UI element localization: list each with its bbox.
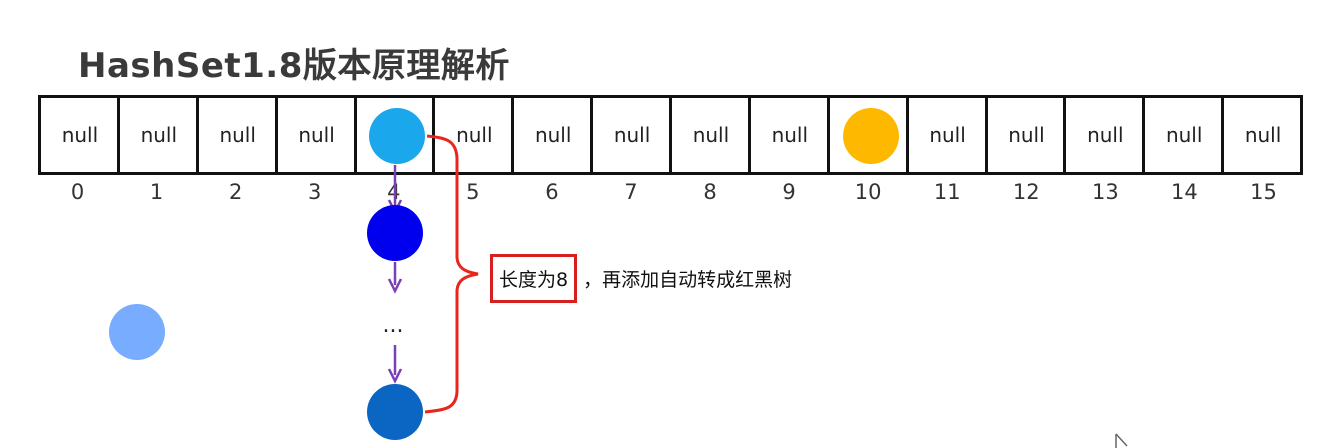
chain-arrow-2: [387, 262, 403, 294]
chain-arrow-1: [387, 165, 403, 215]
chain-node-1: [367, 205, 423, 261]
chain-arrow-3: [387, 345, 403, 384]
bucket-4-node: [369, 108, 425, 164]
chain-node-last: [367, 384, 423, 440]
bucket-10-node: [843, 108, 899, 164]
treeify-callout: 长度为8 ，再添加自动转成红黑树: [490, 254, 792, 303]
cursor-icon: [1115, 433, 1128, 448]
pending-node: [109, 304, 165, 360]
diagram-overlay: ...: [109, 108, 1128, 448]
length-8-label: 长度为8: [490, 254, 578, 303]
treeify-note: ，再添加自动转成红黑树: [583, 269, 793, 291]
diagram-canvas: HashSet1.8版本原理解析 null null null null null nul…: [0, 0, 1324, 448]
length-bracket: [424, 134, 479, 414]
chain-ellipsis: ...: [383, 313, 404, 338]
